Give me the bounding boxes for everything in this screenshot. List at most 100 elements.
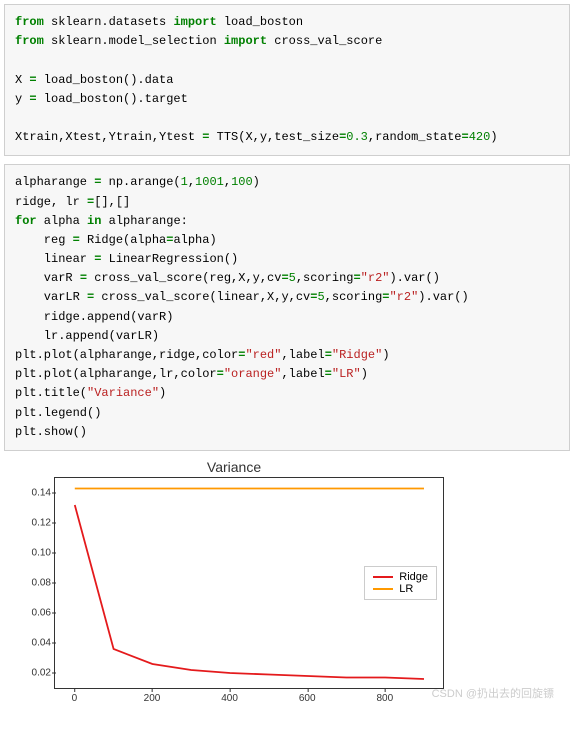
code-text: alpha <box>37 214 87 228</box>
ytick: 0.02 <box>17 667 51 678</box>
watermark-text: CSDN @扔出去的回旋镖 <box>432 685 554 701</box>
code-cell-2: alpharange = np.arange(1,1001,100) ridge… <box>4 164 570 451</box>
chart-legend: Ridge LR <box>364 566 437 600</box>
legend-row-lr: LR <box>373 583 428 595</box>
code-text: load_boston().target <box>37 92 188 106</box>
ytick: 0.12 <box>17 517 51 528</box>
legend-swatch-ridge <box>373 576 393 578</box>
ytick: 0.04 <box>17 637 51 648</box>
op: = <box>325 367 332 381</box>
op: = <box>217 367 224 381</box>
code-text: load_boston().data <box>37 73 174 87</box>
op: = <box>462 130 469 144</box>
legend-swatch-lr <box>373 588 393 590</box>
code-text: plt.plot(alpharange,ridge,color <box>15 348 238 362</box>
code-text: reg <box>15 233 73 247</box>
code-text: , <box>188 175 195 189</box>
str: "r2" <box>389 290 418 304</box>
code-text: varLR <box>15 290 87 304</box>
xtick: 0 <box>72 693 78 704</box>
num: 5 <box>317 290 324 304</box>
code-text: ,random_state <box>368 130 462 144</box>
kw: from <box>15 15 44 29</box>
code-text: ,label <box>281 367 324 381</box>
legend-label-ridge: Ridge <box>399 571 428 583</box>
code-text: linear <box>15 252 94 266</box>
code-text: ridge.append(varR) <box>15 310 173 324</box>
code-text: ).var() <box>418 290 468 304</box>
chart-title: Variance <box>14 459 454 475</box>
code-text: X <box>15 73 29 87</box>
xtick: 600 <box>299 693 316 704</box>
num: 100 <box>231 175 253 189</box>
num: 1 <box>181 175 188 189</box>
code-text: ) <box>361 367 368 381</box>
ytick: 0.06 <box>17 607 51 618</box>
code-text: sklearn.model_selection <box>51 34 217 48</box>
code-text: , <box>224 175 231 189</box>
code-text: ) <box>159 386 166 400</box>
str: "Variance" <box>87 386 159 400</box>
code-text: alpharange: <box>101 214 187 228</box>
ytick: 0.08 <box>17 577 51 588</box>
code-text: plt.title( <box>15 386 87 400</box>
code-text: ,scoring <box>325 290 383 304</box>
plot-area: Ridge LR 0.020.040.060.080.100.120.14020… <box>54 477 444 689</box>
code-text: varR <box>15 271 80 285</box>
op: = <box>29 92 36 106</box>
code-text: ).var() <box>389 271 439 285</box>
op: = <box>325 348 332 362</box>
str: "LR" <box>332 367 361 381</box>
code-text: plt.legend() <box>15 406 101 420</box>
code-text: y <box>15 92 29 106</box>
kw: in <box>87 214 101 228</box>
code-text: cross_val_score <box>274 34 382 48</box>
code-text: LinearRegression() <box>101 252 238 266</box>
code-text: alpharange <box>15 175 94 189</box>
code-text: ) <box>382 348 389 362</box>
kw: from <box>15 34 44 48</box>
code-text: ,scoring <box>296 271 354 285</box>
code-text: TTS(X,y,test_size <box>209 130 339 144</box>
code-text: plt.plot(alpharange,lr,color <box>15 367 217 381</box>
num: 1001 <box>195 175 224 189</box>
code-text: ) <box>253 175 260 189</box>
ytick: 0.10 <box>17 547 51 558</box>
kw: import <box>173 15 216 29</box>
str: "r2" <box>361 271 390 285</box>
code-text: Ridge(alpha <box>80 233 166 247</box>
op: = <box>73 233 80 247</box>
str: "red" <box>245 348 281 362</box>
code-text: np.arange( <box>101 175 180 189</box>
str: "orange" <box>224 367 282 381</box>
legend-row-ridge: Ridge <box>373 571 428 583</box>
xtick: 200 <box>144 693 161 704</box>
code-text: lr.append(varLR) <box>15 329 159 343</box>
num: 0.3 <box>346 130 368 144</box>
code-text: cross_val_score(reg,X,y,cv <box>87 271 281 285</box>
str: "Ridge" <box>332 348 382 362</box>
num: 5 <box>289 271 296 285</box>
xtick: 800 <box>376 693 393 704</box>
code-cell-1: from sklearn.datasets import load_boston… <box>4 4 570 156</box>
code-text: ,label <box>281 348 324 362</box>
legend-label-lr: LR <box>399 583 413 595</box>
num: 420 <box>469 130 491 144</box>
code-text: plt.show() <box>15 425 87 439</box>
code-text: alpha) <box>173 233 216 247</box>
code-text: ) <box>490 130 497 144</box>
variance-chart: Variance Ridge LR 0.020.040.060.080.100.… <box>14 459 454 689</box>
code-text: ridge, lr <box>15 195 87 209</box>
code-text: [],[] <box>94 195 130 209</box>
kw: import <box>224 34 267 48</box>
xtick: 400 <box>221 693 238 704</box>
ytick: 0.14 <box>17 487 51 498</box>
code-text: sklearn.datasets <box>51 15 166 29</box>
code-text: load_boston <box>224 15 303 29</box>
kw: for <box>15 214 37 228</box>
op: = <box>80 271 87 285</box>
op: = <box>29 73 36 87</box>
code-text: cross_val_score(linear,X,y,cv <box>94 290 310 304</box>
code-text: Xtrain,Xtest,Ytrain,Ytest <box>15 130 202 144</box>
op: = <box>281 271 288 285</box>
